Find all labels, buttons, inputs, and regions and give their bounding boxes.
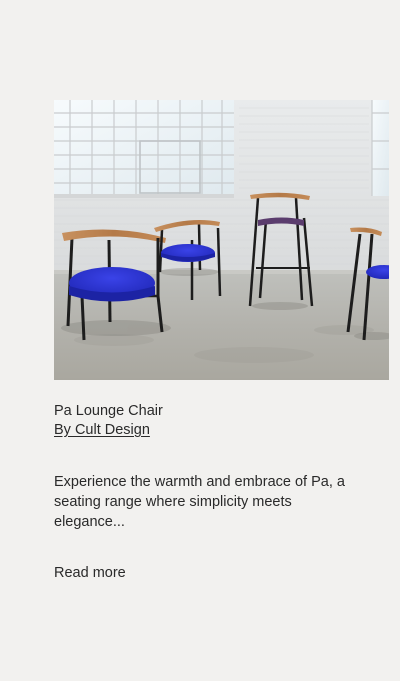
- product-description: Experience the warmth and embrace of Pa,…: [54, 474, 345, 530]
- brand-link[interactable]: By Cult Design: [54, 421, 150, 439]
- product-image[interactable]: [54, 100, 389, 380]
- product-photo: [54, 100, 389, 380]
- product-card: Pa Lounge Chair By Cult Design Experienc…: [0, 0, 400, 681]
- product-title: Pa Lounge Chair: [54, 403, 163, 419]
- read-more-link[interactable]: Read more: [54, 564, 126, 582]
